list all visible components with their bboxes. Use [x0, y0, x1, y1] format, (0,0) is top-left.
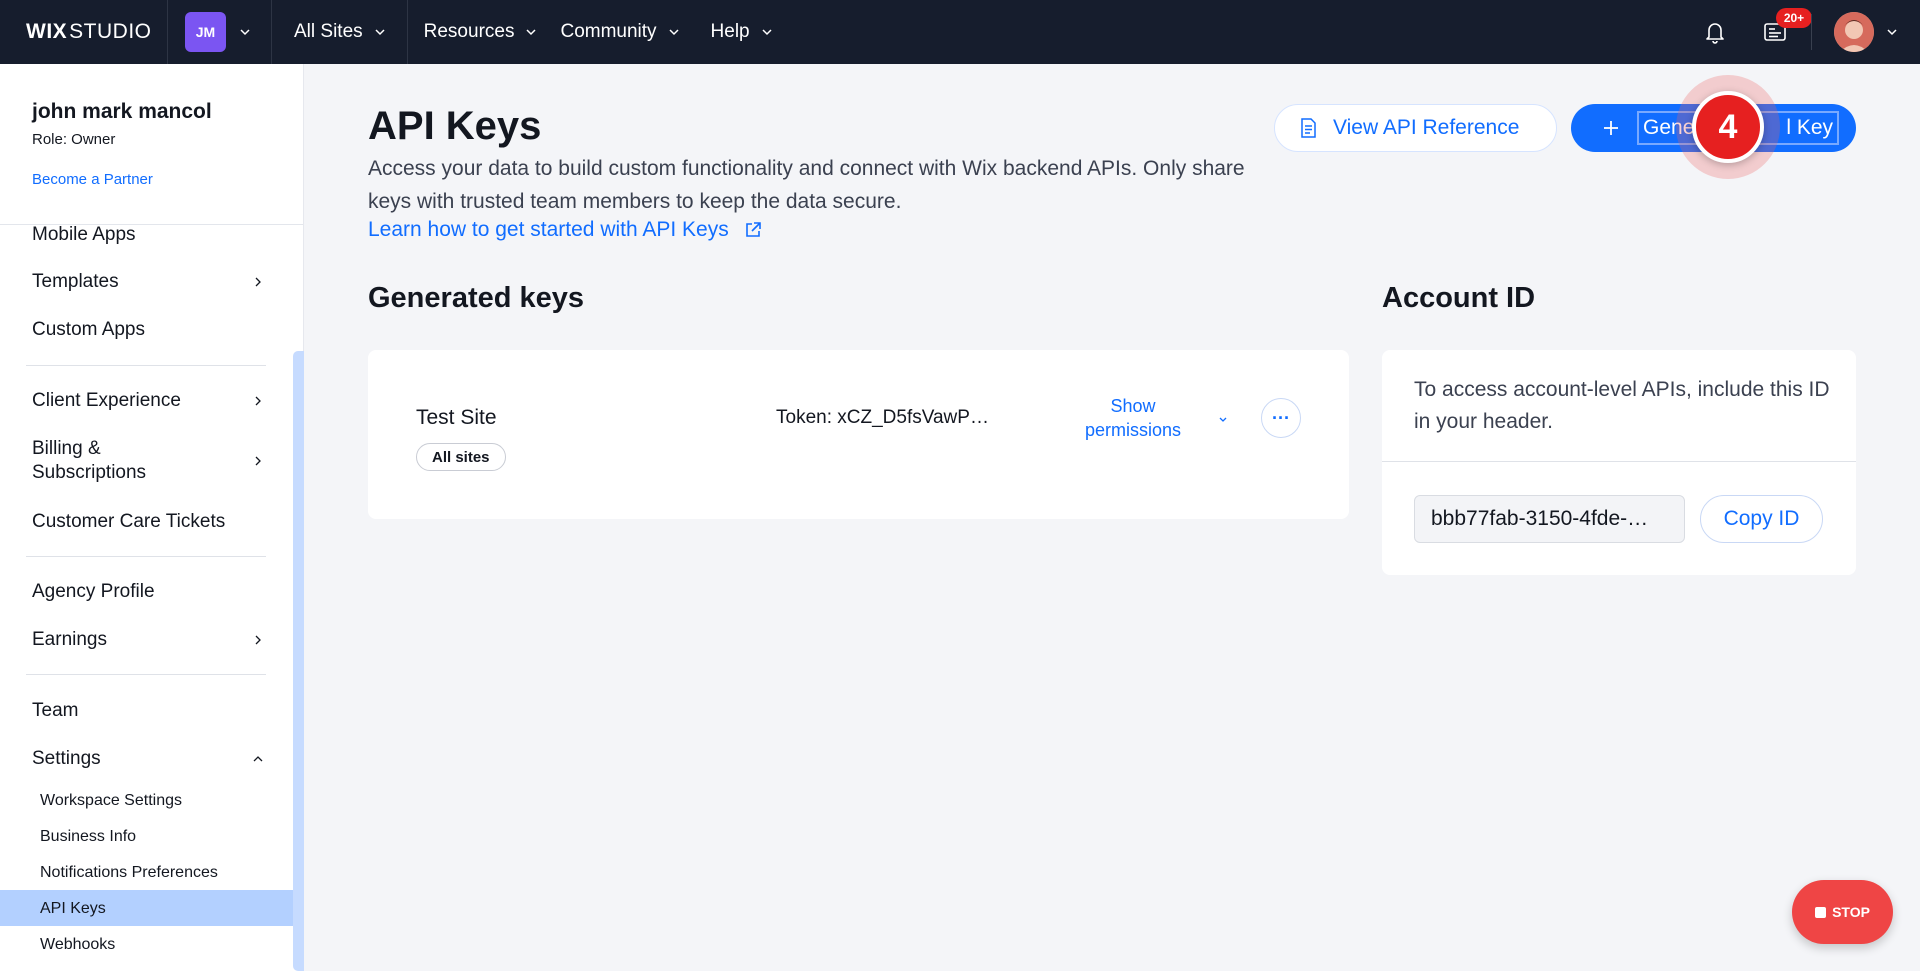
show-permissions-line-2: permissions: [1084, 420, 1182, 440]
sidebar-item-label: Custom Apps: [32, 319, 145, 340]
top-bar: WIX STUDIO JM All Sites Resources Communi…: [0, 0, 1920, 64]
wix-studio-logo[interactable]: WIX STUDIO: [0, 0, 168, 64]
sidebar-item-billing[interactable]: Billing & Subscriptions: [32, 437, 272, 485]
learn-api-keys-link[interactable]: Learn how to get started with API Keys: [368, 218, 763, 242]
step-indicator: 4: [1676, 75, 1780, 179]
key-token: Token: xCZ_D5fsVawP…: [776, 407, 989, 428]
chevron-right-icon: [255, 456, 261, 466]
page-title: API Keys: [368, 104, 542, 148]
sidebar-item-settings[interactable]: Settings: [32, 748, 272, 770]
nav-help-label: Help: [710, 21, 750, 42]
sidebar-item-custom-apps[interactable]: Custom Apps: [32, 319, 272, 341]
chevron-down-icon: [762, 29, 772, 36]
generated-keys-title: Generated keys: [368, 282, 585, 314]
stop-label: STOP: [1832, 904, 1870, 920]
sidebar-item-agency-profile[interactable]: Agency Profile: [32, 581, 272, 603]
sidebar-subitem-notifications[interactable]: Notifications Preferences: [40, 864, 218, 882]
show-permissions-line-1: Show: [1110, 396, 1156, 416]
step-number: 4: [1692, 91, 1764, 163]
api-key-card: Test Site All sites Token: xCZ_D5fsVawP……: [368, 350, 1349, 519]
sidebar-item-client-experience[interactable]: Client Experience: [32, 390, 272, 412]
logo-studio: STUDIO: [69, 20, 152, 43]
chevron-down-icon: [240, 29, 250, 36]
key-scope-tag: All sites: [416, 443, 506, 471]
nav-resources[interactable]: Resources: [408, 0, 539, 64]
user-avatar[interactable]: [1834, 12, 1874, 52]
nav-help[interactable]: Help: [681, 0, 774, 64]
sidebar-item-label: Client Experience: [32, 390, 181, 411]
account-id-field[interactable]: bbb77fab-3150-4fde-…: [1414, 495, 1685, 543]
nav-resources-label: Resources: [423, 21, 515, 42]
nav-community-label: Community: [560, 21, 657, 42]
view-api-reference-label: View API Reference: [1333, 116, 1520, 139]
sidebar-divider: [26, 556, 266, 557]
account-id-card: To access account-level APIs, include th…: [1382, 350, 1856, 575]
become-partner-link[interactable]: Become a Partner: [32, 171, 153, 188]
sidebar: john mark mancol Role: Owner Become a Pa…: [0, 64, 304, 971]
chevron-right-icon: [255, 635, 261, 645]
sidebar-subitem-business-info[interactable]: Business Info: [40, 828, 136, 846]
bell-icon[interactable]: [1701, 18, 1729, 46]
stop-icon: [1815, 906, 1827, 918]
sidebar-item-mobile-apps[interactable]: Mobile Apps: [32, 224, 272, 246]
chevron-down-icon: [375, 29, 385, 36]
chevron-down-icon[interactable]: [1216, 412, 1230, 426]
nav-community[interactable]: Community: [538, 0, 680, 64]
sidebar-item-label: Customer Care Tickets: [32, 511, 226, 532]
workspace-switcher[interactable]: JM: [168, 0, 272, 64]
sidebar-item-team[interactable]: Team: [32, 700, 272, 722]
sidebar-item-label: Templates: [32, 271, 119, 292]
show-permissions-button[interactable]: Show permissions: [1073, 394, 1193, 442]
sidebar-item-customer-care[interactable]: Customer Care Tickets: [32, 511, 272, 533]
sidebar-scrollbar[interactable]: [293, 351, 304, 971]
key-name: Test Site: [416, 406, 497, 429]
sidebar-item-label: Settings: [32, 748, 101, 769]
account-card-divider: [1382, 461, 1856, 462]
chevron-right-icon: [255, 277, 261, 287]
sidebar-item-label: Mobile Apps: [32, 224, 136, 245]
sidebar-subitem-workspace-settings[interactable]: Workspace Settings: [40, 792, 182, 810]
workspace-badge: JM: [185, 12, 226, 52]
sidebar-item-label: Billing & Subscriptions: [32, 437, 146, 485]
logo-wix: WIX: [26, 20, 68, 43]
sidebar-item-label: Team: [32, 700, 79, 721]
learn-link-label: Learn how to get started with API Keys: [368, 218, 729, 241]
profile-section: john mark mancol Role: Owner Become a Pa…: [0, 64, 303, 225]
billing-line-1: Billing &: [32, 438, 101, 459]
sidebar-item-templates[interactable]: Templates: [32, 271, 272, 293]
chevron-up-icon: [253, 756, 263, 762]
sidebar-divider: [26, 674, 266, 675]
sidebar-subitem-api-keys[interactable]: API Keys: [40, 900, 106, 918]
sidebar-item-earnings[interactable]: Earnings: [32, 629, 272, 651]
account-id-title: Account ID: [1382, 282, 1536, 314]
profile-name: john mark mancol: [32, 100, 212, 123]
more-actions-button[interactable]: ···: [1261, 398, 1301, 438]
generate-label-tail: l Key: [1786, 116, 1834, 139]
stop-recording-button[interactable]: STOP: [1792, 880, 1893, 944]
page-description: Access your data to build custom functio…: [368, 157, 1245, 213]
nav-all-sites-label: All Sites: [294, 21, 363, 42]
sidebar-divider: [26, 365, 266, 366]
chevron-down-icon[interactable]: [1885, 25, 1899, 39]
topbar-divider: [1811, 14, 1812, 50]
notification-count-badge: 20+: [1776, 8, 1812, 28]
plus-icon: [1604, 121, 1618, 135]
copy-id-button[interactable]: Copy ID: [1700, 495, 1823, 543]
account-id-description: To access account-level APIs, include th…: [1414, 378, 1830, 433]
document-icon: [1301, 118, 1316, 138]
chevron-down-icon: [526, 29, 536, 36]
chevron-down-icon: [669, 29, 679, 36]
sidebar-item-label: Agency Profile: [32, 581, 155, 602]
billing-line-2: Subscriptions: [32, 462, 147, 483]
nav-all-sites[interactable]: All Sites: [272, 0, 408, 64]
profile-role: Role: Owner: [32, 131, 116, 148]
sidebar-item-label: Earnings: [32, 629, 107, 650]
chevron-right-icon: [255, 396, 261, 406]
avatar-image: [1834, 12, 1874, 52]
view-api-reference-button[interactable]: View API Reference: [1274, 104, 1557, 152]
external-link-icon: [745, 222, 761, 237]
sidebar-subitem-webhooks[interactable]: Webhooks: [40, 936, 115, 954]
